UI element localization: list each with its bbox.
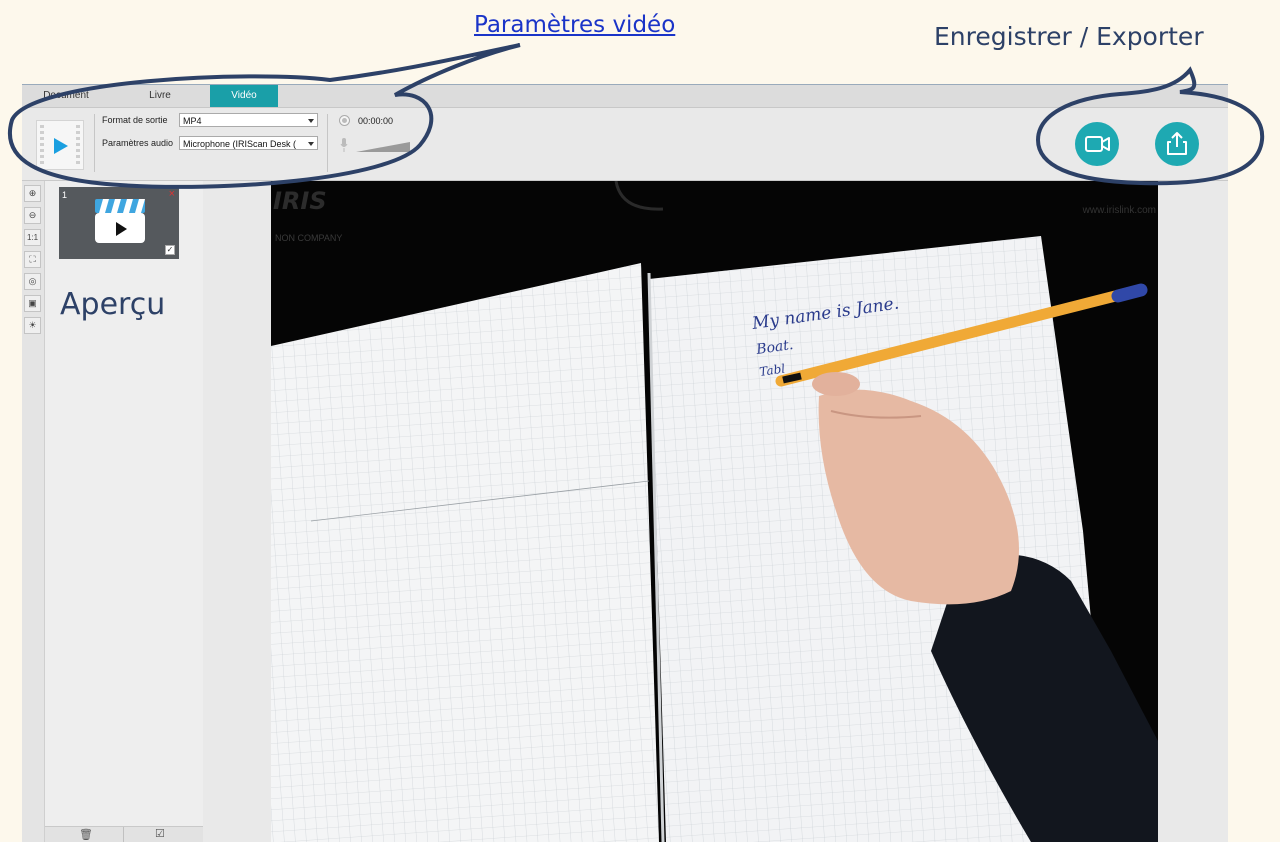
zoom-in-icon[interactable]: ⊕ (24, 185, 41, 202)
share-upload-icon (1167, 132, 1187, 155)
video-toolbar: Format de sortie MP4 Paramètres audio Mi… (22, 108, 1228, 181)
zoom-out-icon[interactable]: ⊖ (24, 207, 41, 224)
right-margin-panel (1158, 181, 1228, 842)
tab-document[interactable]: Document (22, 85, 110, 107)
video-camera-icon (1085, 136, 1110, 152)
audio-settings-label: Paramètres audio (102, 138, 174, 148)
film-strip-left (40, 125, 44, 165)
crop-icon[interactable]: ▣ (24, 295, 41, 312)
video-mode-tile[interactable] (36, 120, 84, 170)
video-clapper-icon (95, 199, 145, 243)
live-preview[interactable]: My name is Jane. Boat. Tabl IRIS NON COM… (271, 181, 1158, 842)
record-indicator-icon (339, 115, 350, 126)
notebook-camera-image: My name is Jane. Boat. Tabl (271, 181, 1158, 842)
output-format-select[interactable]: MP4 (179, 113, 318, 127)
actions-divider (123, 827, 124, 842)
video-thumbnail[interactable]: 1 × ✓ (59, 187, 179, 259)
select-all-icon[interactable]: ☑ (155, 827, 165, 840)
preview-annotation: Aperçu (60, 287, 166, 322)
volume-level-meter[interactable] (356, 142, 410, 152)
brightness-icon[interactable]: ☀ (24, 317, 41, 334)
record-timer: 00:00:00 (358, 116, 394, 126)
export-button[interactable] (1155, 122, 1199, 166)
record-button[interactable] (1075, 122, 1119, 166)
record-export-annotation: Enregistrer / Exporter (934, 22, 1204, 51)
iris-watermark-logo: IRIS (273, 187, 327, 215)
audio-source-select[interactable]: Microphone (IRIScan Desk ( (179, 136, 318, 150)
mode-tabs: Document Livre Vidéo (22, 85, 1228, 108)
actual-size-button[interactable]: 1:1 (24, 229, 41, 246)
microphone-icon (340, 138, 348, 152)
play-icon (54, 138, 68, 154)
remove-thumbnail-icon[interactable]: × (169, 188, 175, 200)
thumbnail-panel: 1 × ✓ (45, 181, 203, 842)
output-format-label: Format de sortie (102, 115, 168, 125)
tab-book[interactable]: Livre (110, 85, 210, 107)
audio-source-value: Microphone (IRIScan Desk ( (183, 139, 297, 149)
toolbar-divider (327, 114, 328, 172)
chevron-down-icon (308, 119, 314, 123)
watermark-tagline: NON COMPANY (275, 233, 343, 243)
video-settings-annotation[interactable]: Paramètres vidéo (474, 12, 675, 38)
output-format-value: MP4 (183, 116, 202, 126)
chevron-down-icon (308, 142, 314, 146)
watermark-url: www.irislink.com (1082, 205, 1156, 216)
thumbnail-checkbox[interactable]: ✓ (165, 245, 175, 255)
film-strip-right (76, 125, 80, 165)
webcam-icon[interactable]: ◎ (24, 273, 41, 290)
tab-video[interactable]: Vidéo (210, 85, 278, 107)
view-tools-column: ⊕ ⊖ 1:1 ⛶ ◎ ▣ ☀ (22, 181, 45, 842)
fit-screen-icon[interactable]: ⛶ (24, 251, 41, 268)
thumbnail-index: 1 (62, 190, 68, 200)
toolbar-divider (94, 114, 95, 172)
trash-icon[interactable]: 🗑 (79, 828, 93, 841)
thumbnail-actions-bar: 🗑 ☑ (45, 826, 203, 842)
app-window: Document Livre Vidéo Format de sortie MP… (22, 84, 1228, 842)
